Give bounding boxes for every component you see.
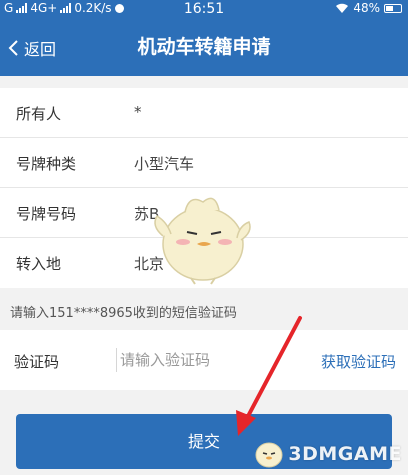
chevron-left-icon xyxy=(8,40,18,56)
battery-label: 48% xyxy=(353,1,380,15)
status-bar: G 4G+ 0.2K/s 16:51 48% xyxy=(0,0,408,18)
verification-code-input[interactable] xyxy=(120,346,290,374)
back-label: 返回 xyxy=(24,40,57,59)
watermark: 3DMGAME xyxy=(254,439,402,469)
info-row-owner: 所有人 * xyxy=(0,88,408,138)
owner-value: * xyxy=(134,103,142,121)
mascot-sticker xyxy=(154,197,251,285)
verification-card: 验证码 获取验证码 xyxy=(0,330,408,390)
nav-bar: 返回 机动车转籍申请 xyxy=(0,18,408,76)
watermark-text: 3DMGAME xyxy=(288,443,402,465)
get-code-button[interactable]: 获取验证码 xyxy=(321,351,396,372)
destination-label: 转入地 xyxy=(16,255,62,273)
battery-icon xyxy=(384,3,402,13)
info-row-plate-type: 号牌种类 小型汽车 xyxy=(0,138,408,188)
plate-number-label: 号牌号码 xyxy=(16,205,77,223)
field-divider xyxy=(116,348,117,372)
status-right: 48% xyxy=(335,1,402,15)
back-button[interactable]: 返回 xyxy=(8,36,56,60)
plate-type-value: 小型汽车 xyxy=(134,155,195,173)
watermark-logo-icon xyxy=(255,442,283,468)
owner-label: 所有人 xyxy=(16,105,62,123)
page-title: 机动车转籍申请 xyxy=(137,36,271,58)
verification-label: 验证码 xyxy=(14,353,60,371)
plate-type-label: 号牌种类 xyxy=(16,155,77,173)
wifi-icon xyxy=(336,3,349,13)
sms-hint: 请输入151****8965收到的短信验证码 xyxy=(10,306,237,321)
